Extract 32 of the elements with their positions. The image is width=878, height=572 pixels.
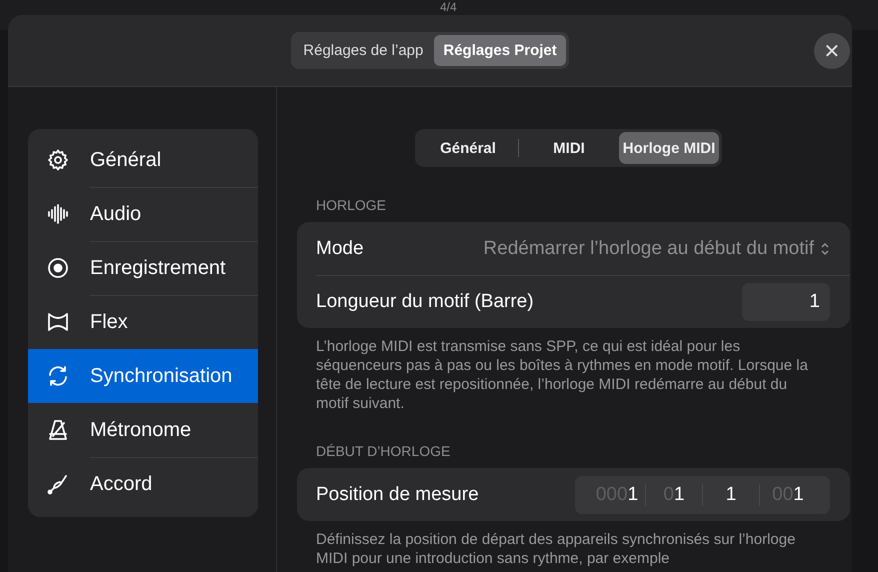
sidebar-item[interactable]: Flex <box>28 295 258 349</box>
tuning-fork-icon <box>46 472 70 496</box>
row-label: Mode <box>316 238 364 260</box>
sub-tab[interactable]: Horloge MIDI <box>619 132 719 164</box>
settings-icon <box>46 148 70 172</box>
sync-icon <box>46 364 70 388</box>
row-label: Longueur du motif (Barre) <box>316 290 534 312</box>
time-signature: 4/4 <box>440 0 457 14</box>
sidebar-item[interactable]: Métronome <box>28 403 258 457</box>
close-button[interactable]: ✕ <box>814 33 850 69</box>
sidebar-item[interactable]: Accord <box>28 457 258 511</box>
section-header: HORLOGE <box>315 197 388 213</box>
waveform-icon <box>46 202 70 226</box>
number-field[interactable]: 1 <box>742 282 830 320</box>
sidebar-item[interactable]: Général <box>28 133 258 187</box>
record-icon <box>46 256 70 280</box>
position-value: 1 <box>724 484 738 506</box>
settings-tab[interactable]: Réglages Projet <box>434 35 566 66</box>
sub-tab[interactable]: MIDI <box>519 132 619 164</box>
hourglass-icon <box>46 310 70 334</box>
row-label: Position de mesure <box>316 484 479 506</box>
chevron-icon <box>820 240 830 256</box>
settings-tab[interactable]: Réglages de l’app <box>294 35 432 66</box>
metronome-icon <box>46 418 70 442</box>
section-description: Définissez la position de départ des appareils synchronisés sur l’horloge MIDI pour une introduction sans rythme, par exemple <box>315 530 796 568</box>
sidebar-item[interactable]: Audio <box>28 187 258 241</box>
sidebar-item[interactable]: Synchronisation <box>28 349 258 403</box>
section-header: DÉBUT D’HORLOGE <box>315 443 452 459</box>
section-description: L’horloge MIDI est transmise sans SPP, ce qui est idéal pour les séquenceurs pas à pas ou les boîtes à rythmes en mode motif. Lorsque la tête de lecture est repositionnée, l’horloge MIDI redémarre au début du motif suivant. <box>315 337 809 413</box>
mode-popup[interactable]: Redémarrer l’horloge au début du motif <box>483 238 830 260</box>
sidebar-item[interactable]: Enregistrement <box>28 241 258 295</box>
sub-tab[interactable]: Général <box>418 132 518 164</box>
